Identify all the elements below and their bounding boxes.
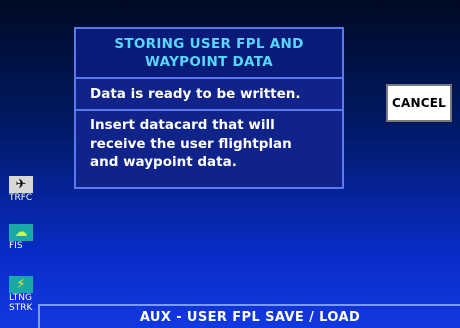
cancel-button[interactable]: CANCEL bbox=[386, 84, 452, 122]
instruction-line1: Insert datacard that will bbox=[90, 117, 275, 133]
airplane-traffic-icon: ✈ bbox=[9, 176, 33, 193]
status-message: Data is ready to be written. bbox=[76, 79, 342, 111]
dialog-panel: STORING USER FPL AND WAYPOINT DATA Data … bbox=[74, 27, 344, 189]
instruction-text: Insert datacard that will receive the us… bbox=[76, 111, 342, 172]
sidebar-item-fis[interactable]: ☁ FIS bbox=[9, 224, 33, 251]
sidebar-item-label: TRFC bbox=[9, 193, 33, 203]
page-title: AUX - USER FPL SAVE / LOAD bbox=[139, 309, 361, 325]
page-title-bar: AUX - USER FPL SAVE / LOAD bbox=[38, 304, 460, 328]
dialog-header: STORING USER FPL AND WAYPOINT DATA bbox=[76, 29, 342, 79]
lightning-icon: ⚡ bbox=[9, 276, 33, 293]
sidebar-item-label-line1: LTNG bbox=[9, 293, 32, 303]
dialog-title-line2: WAYPOINT DATA bbox=[145, 54, 273, 70]
sidebar-item-ltng-strk[interactable]: ⚡ LTNG STRK bbox=[9, 276, 33, 313]
sidebar-item-label: FIS bbox=[9, 241, 23, 251]
sidebar-item-label-line2: STRK bbox=[9, 303, 33, 313]
sidebar-item-trfc[interactable]: ✈ TRFC bbox=[9, 176, 33, 203]
weather-fis-icon: ☁ bbox=[9, 224, 33, 241]
dialog-title-line1: STORING USER FPL AND bbox=[114, 36, 304, 52]
instruction-line2: receive the user flightplan bbox=[90, 135, 292, 152]
instruction-line3: and waypoint data. bbox=[90, 154, 237, 170]
